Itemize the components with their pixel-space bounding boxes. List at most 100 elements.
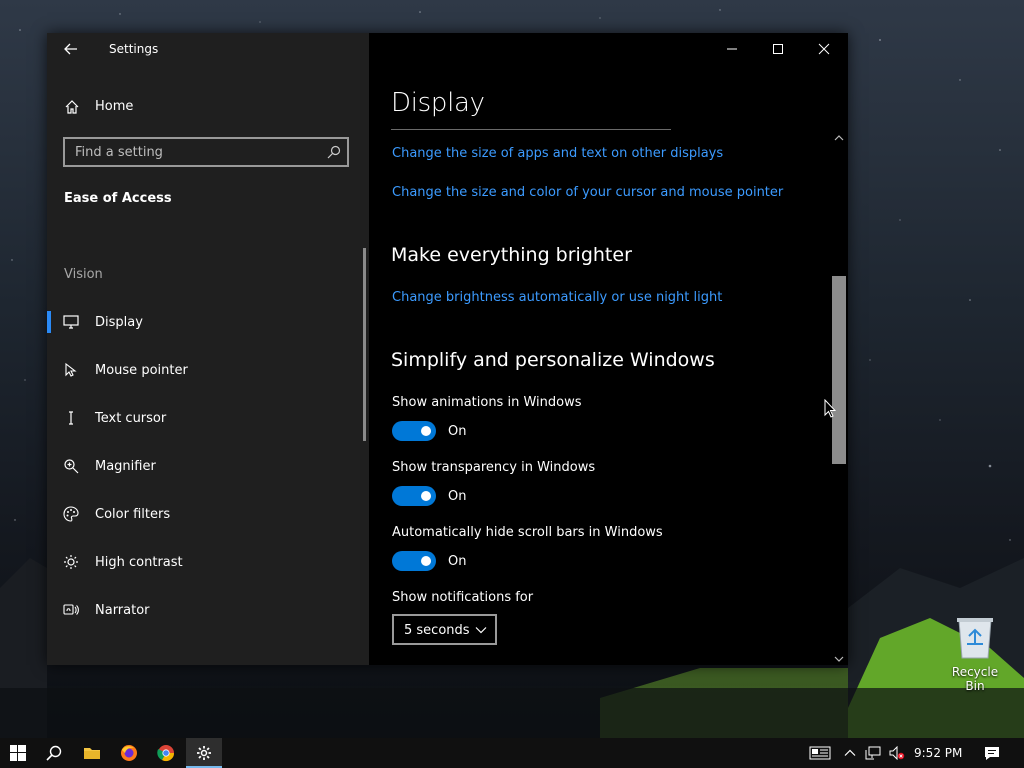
link-change-size-other-displays[interactable]: Change the size of apps and text on othe… <box>392 146 723 161</box>
minimize-icon <box>727 48 737 50</box>
toggle-knob <box>421 556 431 566</box>
taskbar-chrome[interactable] <box>148 738 184 768</box>
tray-volume-button[interactable] <box>886 738 908 768</box>
sidebar-item-color-filters[interactable]: Color filters <box>47 494 365 534</box>
tray-news-button[interactable] <box>806 738 834 768</box>
folder-icon <box>84 748 100 759</box>
scroll-down-button[interactable] <box>832 651 846 665</box>
taskbar-search-button[interactable] <box>36 738 72 768</box>
home-button[interactable]: Home <box>47 91 369 123</box>
home-icon <box>65 100 79 114</box>
chevron-up-icon <box>844 749 856 756</box>
volume-muted-icon <box>889 746 905 760</box>
sidebar-item-narrator[interactable]: Narrator <box>47 590 365 630</box>
app-title: Settings <box>109 42 159 56</box>
windows-logo-icon <box>10 745 26 761</box>
settings-sidebar: Settings Home Ease of Access Vision Disp… <box>47 33 369 665</box>
link-brightness-night-light[interactable]: Change brightness automatically or use n… <box>392 290 722 305</box>
group-label-vision: Vision <box>64 267 103 282</box>
search-icon[interactable] <box>327 145 341 159</box>
back-button[interactable] <box>59 37 83 61</box>
back-arrow-icon <box>64 43 77 55</box>
toggle-transparency[interactable] <box>392 486 436 506</box>
mouse-pointer-icon <box>65 362 77 377</box>
start-button[interactable] <box>0 738 36 768</box>
gear-icon <box>197 746 211 760</box>
tray-network-button[interactable] <box>862 738 884 768</box>
title-divider <box>391 129 671 130</box>
toggle-hide-scrollbars[interactable] <box>392 551 436 571</box>
sidebar-scrollbar[interactable] <box>363 248 366 441</box>
toggle-state-hide-scrollbars: On <box>448 554 467 569</box>
monitor-icon <box>63 315 79 329</box>
taskbar-firefox[interactable] <box>111 738 147 768</box>
tray-overflow-button[interactable] <box>840 738 860 768</box>
page-title: Display <box>391 88 485 118</box>
chevron-down-icon <box>475 627 487 634</box>
chevron-up-icon <box>834 135 844 141</box>
setting-label-hide-scrollbars: Automatically hide scroll bars in Window… <box>392 525 663 540</box>
section-title: Ease of Access <box>64 191 172 206</box>
toggle-animations[interactable] <box>392 421 436 441</box>
toggle-knob <box>421 426 431 436</box>
taskbar: 9:52 PM <box>0 738 1024 768</box>
taskbar-file-explorer[interactable] <box>74 738 110 768</box>
text-cursor-icon <box>69 411 73 425</box>
sidebar-item-label: High contrast <box>95 555 183 570</box>
toggle-knob <box>421 491 431 501</box>
chrome-icon <box>157 745 175 762</box>
settings-window: Settings Home Ease of Access Vision Disp… <box>47 33 848 665</box>
sidebar-item-label: Mouse pointer <box>95 363 188 378</box>
close-button[interactable] <box>801 33 847 65</box>
active-indicator <box>47 311 51 333</box>
close-icon <box>818 43 830 55</box>
settings-content: Display Change the size of apps and text… <box>369 33 848 665</box>
search-box[interactable] <box>63 137 349 167</box>
sidebar-item-text-cursor[interactable]: Text cursor <box>47 398 365 438</box>
title-bar: Settings <box>47 33 369 66</box>
minimize-button[interactable] <box>709 33 755 65</box>
toggle-state-transparency: On <box>448 489 467 504</box>
action-center-button[interactable] <box>978 738 1006 768</box>
sidebar-item-label: Text cursor <box>95 411 167 426</box>
sidebar-item-label: Narrator <box>95 603 150 618</box>
recycle-bin-icon <box>957 618 993 659</box>
link-change-cursor-size-color[interactable]: Change the size and color of your cursor… <box>392 185 783 200</box>
sidebar-item-display[interactable]: Display <box>47 302 365 342</box>
scroll-thumb[interactable] <box>832 276 846 464</box>
recycle-bin-desktop-icon[interactable]: Recycle Bin <box>944 614 1006 693</box>
taskbar-clock[interactable]: 9:52 PM <box>914 746 962 760</box>
maximize-button[interactable] <box>755 33 801 65</box>
search-input[interactable] <box>65 139 325 165</box>
sidebar-item-mouse-pointer[interactable]: Mouse pointer <box>47 350 365 390</box>
setting-label-notifications: Show notifications for <box>392 590 534 605</box>
firefox-icon <box>121 745 137 761</box>
search-icon <box>46 745 62 761</box>
high-contrast-icon <box>64 555 78 569</box>
toggle-state-animations: On <box>448 424 467 439</box>
scroll-up-button[interactable] <box>832 130 846 144</box>
sidebar-item-label: Display <box>95 315 143 330</box>
maximize-icon <box>773 44 783 54</box>
notifications-duration-dropdown[interactable]: 5 seconds <box>392 614 497 645</box>
heading-simplify-personalize: Simplify and personalize Windows <box>391 349 715 371</box>
setting-label-animations: Show animations in Windows <box>392 395 582 410</box>
narrator-icon <box>63 604 79 615</box>
news-icon <box>809 746 831 760</box>
color-filters-icon <box>63 506 79 522</box>
sidebar-item-label: Magnifier <box>95 459 156 474</box>
content-scrollbar[interactable] <box>830 130 847 665</box>
setting-label-transparency: Show transparency in Windows <box>392 460 596 475</box>
notification-icon <box>985 746 999 760</box>
sidebar-item-label: Color filters <box>95 507 171 522</box>
heading-make-brighter: Make everything brighter <box>391 244 632 266</box>
network-icon <box>865 746 881 760</box>
taskbar-settings[interactable] <box>186 738 222 768</box>
recycle-bin-label: Recycle Bin <box>951 665 999 693</box>
sidebar-item-magnifier[interactable]: Magnifier <box>47 446 365 486</box>
home-label: Home <box>95 99 134 114</box>
magnifier-icon <box>64 459 79 474</box>
sidebar-item-high-contrast[interactable]: High contrast <box>47 542 365 582</box>
dropdown-value: 5 seconds <box>404 623 470 638</box>
chevron-down-icon <box>834 656 844 662</box>
